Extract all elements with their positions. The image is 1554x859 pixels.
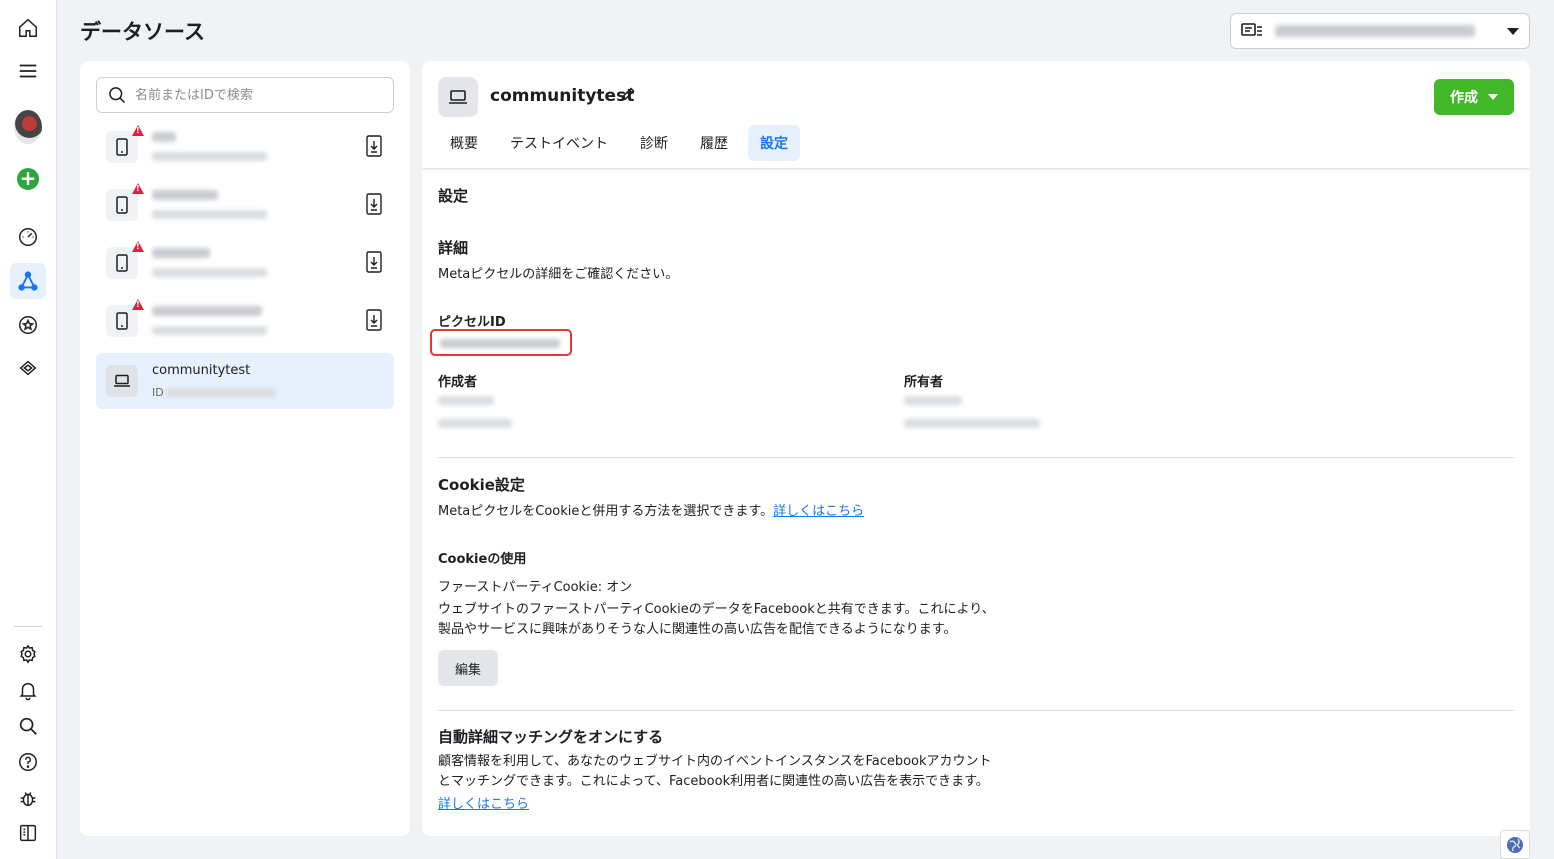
pixel-id-redacted xyxy=(440,339,560,348)
bug-icon[interactable] xyxy=(10,780,46,816)
globe-icon[interactable] xyxy=(1500,830,1530,859)
source-name: communitytest xyxy=(152,363,251,378)
first-party-desc-line-1: ウェブサイトのファーストパーティCookieのデータをFacebookと共有でき… xyxy=(438,602,995,617)
help-icon[interactable] xyxy=(10,744,46,780)
menu-icon[interactable] xyxy=(10,53,46,89)
source-id-redacted xyxy=(166,388,276,397)
creator-name-redacted xyxy=(438,396,494,405)
business-card-icon xyxy=(1241,23,1262,36)
first-party-cookie-status: ファーストパーティCookie: オン xyxy=(438,580,633,595)
auto-desc-line-2: とマッチングできます。これによって、Facebook利用者に関連性の高い広告を表… xyxy=(438,774,989,789)
owner-name-redacted xyxy=(904,396,962,405)
laptop-icon xyxy=(106,365,138,397)
section-divider xyxy=(438,457,1514,458)
settings-gear-icon[interactable] xyxy=(10,636,46,672)
source-name-redacted xyxy=(152,132,176,142)
detail-header: communitytest 作成 概要 テストイベント 診断 履歴 設定 xyxy=(422,61,1530,169)
business-account-selector[interactable] xyxy=(1230,13,1530,49)
create-button[interactable]: 作成 xyxy=(1434,79,1514,115)
cookie-usage-heading: Cookieの使用 xyxy=(438,552,527,567)
pixel-name: communitytest xyxy=(490,86,635,106)
create-button-label: 作成 xyxy=(1450,90,1478,106)
partner-handshake-icon[interactable] xyxy=(10,350,46,386)
tab-settings[interactable]: 設定 xyxy=(748,125,800,161)
data-source-item[interactable] xyxy=(96,235,394,291)
data-source-item[interactable] xyxy=(96,177,394,233)
data-source-item-selected[interactable]: communitytest ID xyxy=(96,353,394,409)
source-name-redacted xyxy=(152,248,210,258)
chevron-down-icon xyxy=(1507,27,1519,35)
panel-toggle-icon[interactable] xyxy=(10,815,46,851)
laptop-icon xyxy=(438,77,478,117)
tab-overview[interactable]: 概要 xyxy=(438,125,490,161)
home-icon[interactable] xyxy=(10,10,46,46)
chevron-down-icon xyxy=(1488,94,1498,100)
settings-heading: 設定 xyxy=(438,187,469,205)
cookie-settings-heading: Cookie設定 xyxy=(438,476,525,494)
details-text: Metaピクセルの詳細をご確認ください。 xyxy=(438,267,679,282)
pixel-id-label: ピクセルID xyxy=(438,315,506,330)
star-icon[interactable] xyxy=(10,307,46,343)
owner-id-redacted xyxy=(904,419,1040,428)
edit-pencil-icon[interactable] xyxy=(620,86,636,106)
first-party-desc-line-2: 製品やサービスに興味がありそうな人に関連性の高い広告を配信できるようになります。 xyxy=(438,622,957,637)
source-id-redacted xyxy=(152,268,267,277)
auto-learn-more-link[interactable]: 詳しくはこちら xyxy=(438,793,529,812)
avatar[interactable] xyxy=(14,110,42,144)
account-name-redacted xyxy=(1275,25,1475,37)
created-date-redacted xyxy=(438,419,512,428)
source-id-label: ID xyxy=(152,386,164,399)
creator-label: 作成者 xyxy=(438,375,478,390)
source-id-redacted xyxy=(152,210,267,219)
details-heading: 詳細 xyxy=(438,239,469,257)
source-id-redacted xyxy=(152,152,267,161)
page-title: データソース xyxy=(80,20,205,44)
owner-label: 所有者 xyxy=(904,375,944,390)
cookie-settings-text: MetaピクセルをCookieと併用する方法を選択できます。詳しくはこちら xyxy=(438,500,864,519)
data-source-item[interactable] xyxy=(96,293,394,349)
learn-more-link[interactable]: 詳しくはこちら xyxy=(773,504,864,519)
warning-icon xyxy=(132,125,144,136)
download-app-icon[interactable] xyxy=(366,135,382,161)
source-id-redacted xyxy=(152,326,267,335)
search-box[interactable] xyxy=(96,77,394,113)
plus-icon[interactable]: + xyxy=(17,168,39,190)
pixel-id-highlight xyxy=(430,329,572,356)
source-name-redacted xyxy=(152,190,218,200)
tab-history[interactable]: 履歴 xyxy=(688,125,740,161)
download-app-icon[interactable] xyxy=(366,193,382,219)
first-party-cookie-description: ウェブサイトのファーストパーティCookieのデータをFacebookと共有でき… xyxy=(438,600,1058,640)
section-divider xyxy=(438,710,1514,711)
download-app-icon[interactable] xyxy=(366,251,382,277)
auto-advanced-matching-heading: 自動詳細マッチングをオンにする xyxy=(438,728,664,746)
search-icon[interactable] xyxy=(10,708,46,744)
auto-desc-line-1: 顧客情報を利用して、あなたのウェブサイト内のイベントインスタンスをFaceboo… xyxy=(438,754,992,769)
tab-test-events[interactable]: テストイベント xyxy=(498,125,620,161)
source-name-redacted xyxy=(152,306,262,316)
search-icon xyxy=(109,87,126,104)
search-input[interactable] xyxy=(135,87,375,103)
cookie-settings-description: MetaピクセルをCookieと併用する方法を選択できます。 xyxy=(438,504,774,519)
warning-icon xyxy=(132,241,144,252)
tab-diagnostics[interactable]: 診断 xyxy=(628,125,680,161)
warning-icon xyxy=(132,183,144,194)
bell-icon[interactable] xyxy=(10,672,46,708)
dashboard-gauge-icon[interactable] xyxy=(10,219,46,255)
auto-advanced-matching-description: 顧客情報を利用して、あなたのウェブサイト内のイベントインスタンスをFaceboo… xyxy=(438,752,1058,792)
pixel-detail-panel: communitytest 作成 概要 テストイベント 診断 履歴 設定 設定 … xyxy=(422,61,1530,836)
data-source-list-panel: communitytest ID xyxy=(80,61,410,836)
left-nav-rail: + xyxy=(0,0,57,859)
tab-bar: 概要 テストイベント 診断 履歴 設定 xyxy=(438,125,800,161)
download-app-icon[interactable] xyxy=(366,309,382,335)
data-sources-icon[interactable] xyxy=(10,263,46,299)
warning-icon xyxy=(132,299,144,310)
data-source-item[interactable] xyxy=(96,119,394,175)
edit-button[interactable]: 編集 xyxy=(438,650,498,686)
rail-divider xyxy=(14,626,42,627)
